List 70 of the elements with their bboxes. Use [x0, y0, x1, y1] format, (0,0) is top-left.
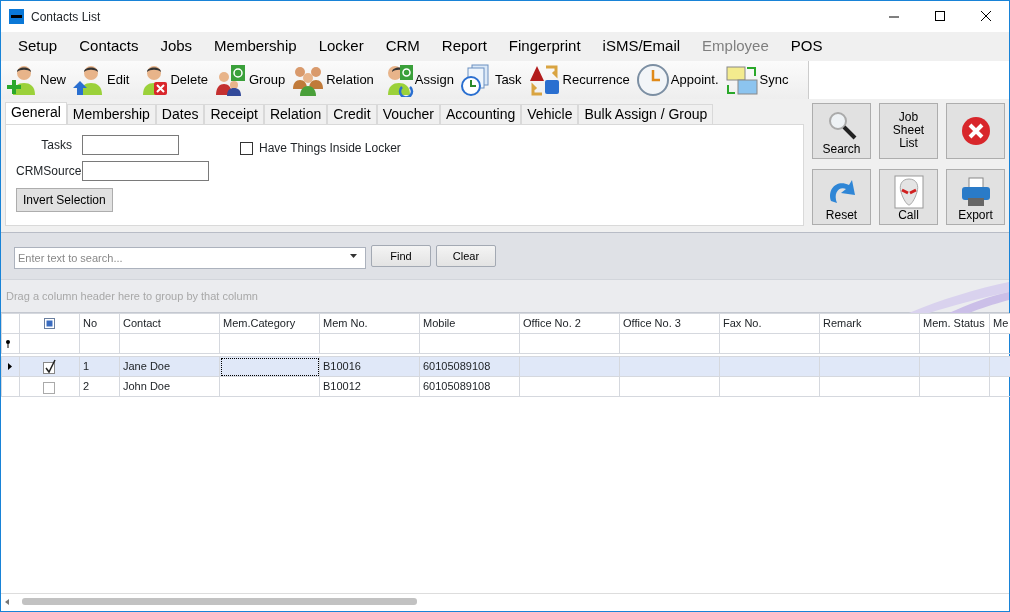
- toolbar-button[interactable]: Recurrence: [527, 63, 636, 97]
- tab[interactable]: Bulk Assign / Group: [578, 104, 714, 124]
- menu-item[interactable]: Report: [430, 35, 498, 58]
- reset-button[interactable]: Reset: [812, 169, 871, 225]
- table-cell: John Doe: [123, 380, 171, 393]
- menu-item[interactable]: CRM: [374, 35, 431, 58]
- close-button[interactable]: [946, 103, 1005, 159]
- tab[interactable]: Vehicle: [521, 104, 579, 124]
- toolbar-button[interactable]: Appoint.: [635, 63, 725, 97]
- tab[interactable]: Receipt: [204, 104, 264, 124]
- menu-item[interactable]: Fingerprint: [497, 35, 592, 58]
- sync-icon: [724, 63, 759, 97]
- toolbar-button[interactable]: Delete: [135, 63, 214, 97]
- menu-item[interactable]: Membership: [203, 35, 308, 58]
- table-cell: 60105089108: [423, 380, 491, 393]
- table-cell: 1: [83, 360, 90, 373]
- job-sheet-button[interactable]: Job Sheet List: [879, 103, 938, 159]
- dropdown-arrow-icon: [349, 252, 358, 260]
- table-cell: 2: [83, 380, 90, 393]
- tab[interactable]: Relation: [263, 104, 328, 124]
- checkbox-label: Have Things Inside Locker: [259, 140, 401, 157]
- export-button[interactable]: Export: [946, 169, 1005, 225]
- toolbar-button[interactable]: Sync: [724, 63, 795, 97]
- window-title: Contacts List: [31, 8, 101, 26]
- recurrence-icon: [527, 63, 562, 97]
- tab[interactable]: Voucher: [376, 104, 440, 124]
- search-button[interactable]: Search: [812, 103, 871, 159]
- find-button[interactable]: Find: [371, 245, 431, 267]
- focused-cell[interactable]: [219, 356, 320, 377]
- toolbar-button[interactable]: Relation: [291, 63, 380, 97]
- menu-item[interactable]: Locker: [307, 35, 375, 58]
- input-field[interactable]: [82, 135, 179, 155]
- header-checkbox[interactable]: [44, 318, 55, 329]
- scroll-left-icon: [5, 598, 9, 605]
- checkbox[interactable]: [43, 359, 56, 374]
- toolbar-button[interactable]: Group: [214, 63, 292, 97]
- search-field[interactable]: Enter text to search...: [14, 247, 366, 269]
- clear-button[interactable]: Clear: [436, 245, 496, 267]
- invert-selection-button[interactable]: Invert Selection: [16, 188, 113, 212]
- tab[interactable]: Credit: [327, 104, 377, 124]
- people-group-icon: [214, 63, 248, 97]
- row-pointer-icon: [8, 363, 12, 370]
- toolbar-button[interactable]: Assign: [379, 63, 460, 97]
- alien-head-icon: [891, 175, 926, 209]
- table-cell: B10012: [323, 380, 361, 393]
- filter-icon: [5, 338, 11, 349]
- tab[interactable]: Membership: [66, 104, 156, 124]
- clock-icon: [635, 63, 670, 97]
- field-label: Tasks: [40, 137, 73, 154]
- table-cell: 60105089108: [423, 360, 491, 373]
- menu-item[interactable]: POS: [779, 35, 834, 58]
- scrollbar-thumb[interactable]: [22, 598, 417, 605]
- toolbar-button[interactable]: Edit: [72, 63, 136, 97]
- menu-item[interactable]: Contacts: [68, 35, 150, 58]
- menu-item[interactable]: Setup: [7, 35, 69, 58]
- menu-item[interactable]: iSMS/Email: [591, 35, 692, 58]
- checkbox[interactable]: [240, 141, 253, 155]
- checkbox[interactable]: [43, 379, 56, 394]
- call-button[interactable]: Call: [879, 169, 938, 225]
- field-label: CRMSource: [16, 163, 82, 180]
- input-field[interactable]: [82, 161, 209, 181]
- group-panel-hint: Drag a column header here to group by that column: [6, 288, 258, 304]
- tab[interactable]: Dates: [155, 104, 205, 124]
- toolbar-button[interactable]: Task: [459, 63, 528, 97]
- tab[interactable]: General: [5, 102, 67, 124]
- toolbar-button[interactable]: New: [5, 63, 72, 97]
- tab[interactable]: Accounting: [440, 104, 522, 124]
- menu-item[interactable]: Jobs: [149, 35, 204, 58]
- table-cell: Jane Doe: [123, 360, 171, 373]
- table-cell: B10016: [323, 360, 361, 373]
